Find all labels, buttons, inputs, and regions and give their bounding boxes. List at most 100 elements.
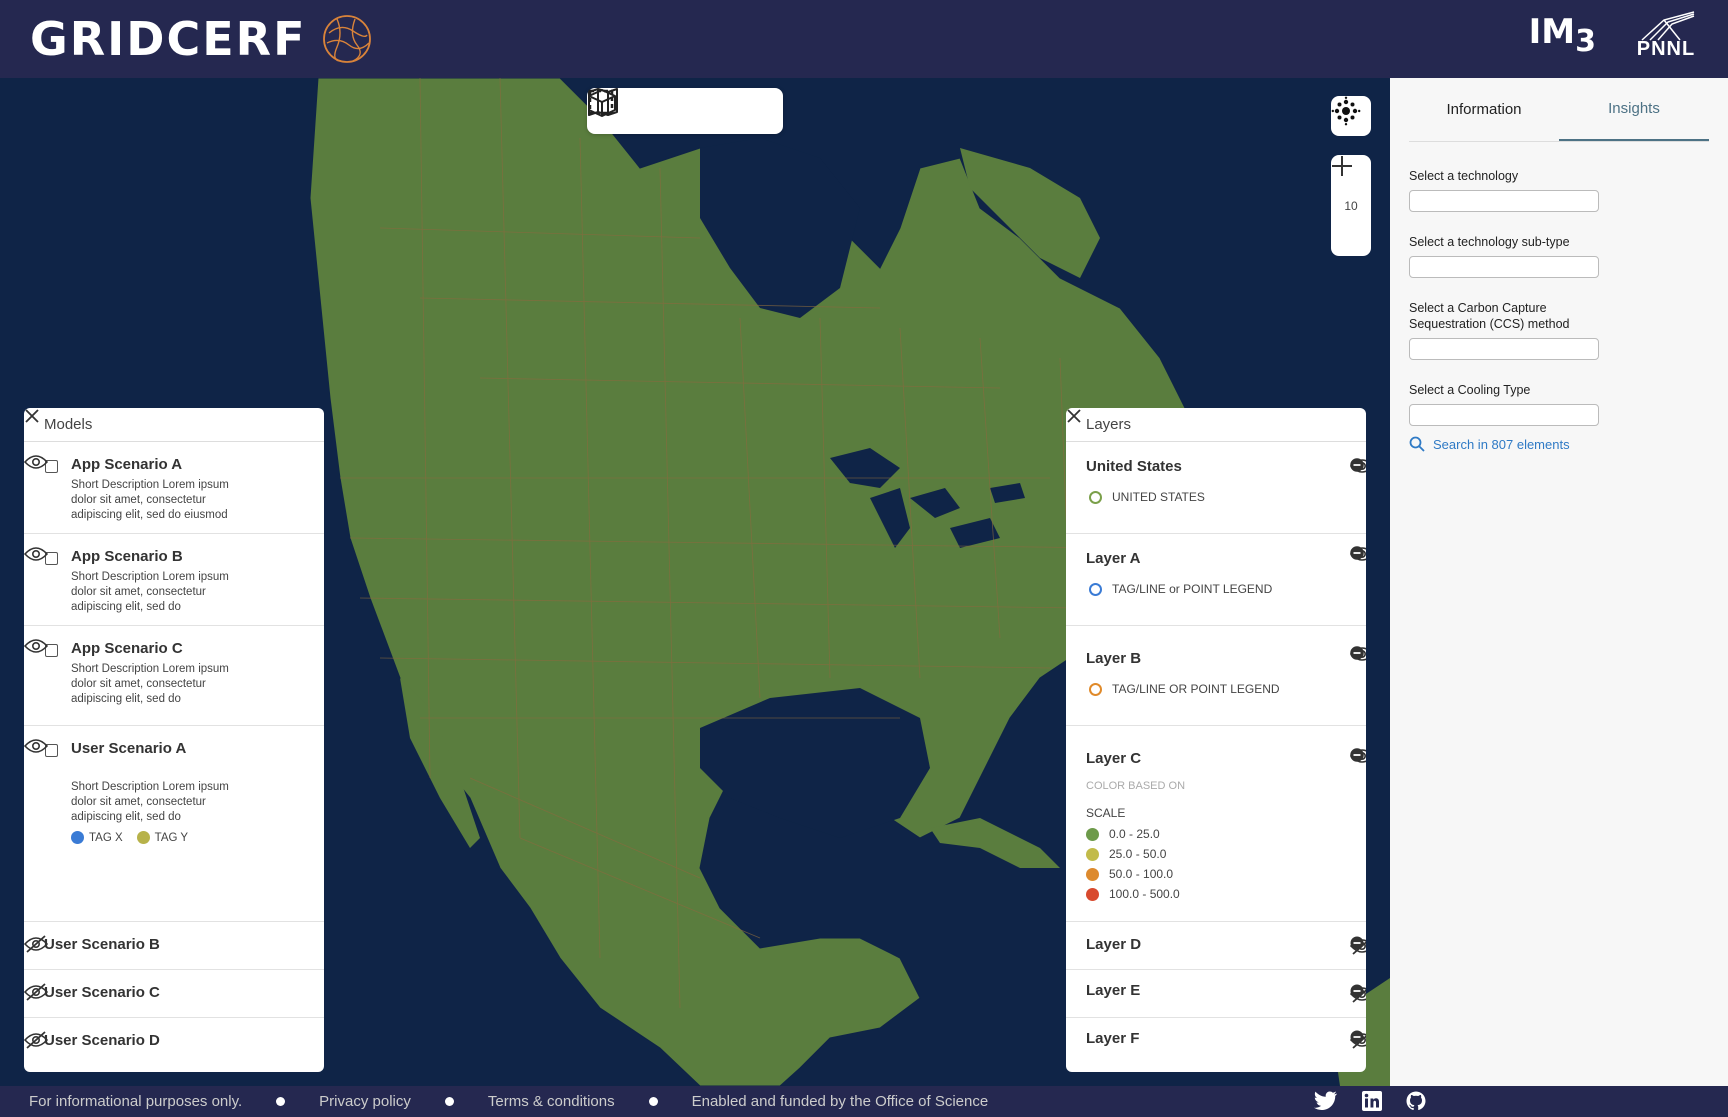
eye-icon[interactable] [24,638,48,654]
model-description: Short Description Lorem ipsum dolor sit … [71,663,229,705]
layers-panel-title: Layers [1086,416,1132,433]
technology-label: Select a technology [1409,169,1519,183]
eye-icon[interactable] [24,546,48,562]
eye-off-icon[interactable] [24,1030,48,1050]
color-based-on-label: COLOR BASED ON [1086,780,1186,792]
eye-off-icon[interactable] [24,982,48,1002]
scale-entry: 0.0 - 25.0 [1086,824,1185,844]
social-links [1314,1091,1426,1111]
legend-ring [1089,682,1102,696]
remove-icon[interactable] [1350,984,1364,998]
scale-entry: 50.0 - 100.0 [1086,864,1185,884]
gridcerf-logo-icon [322,15,371,63]
layer-title: Layer F [1086,1030,1140,1047]
scale-entry: 100.0 - 500.0 [1086,884,1185,904]
layer-legend: TAG/LINE OR POINT LEGEND [1089,682,1280,696]
model-title: User Scenario C [44,984,160,1001]
model-description: Short Description Lorem ipsum dolor sit … [71,781,229,823]
model-description: Short Description Lorem ipsum dolor sit … [71,571,229,613]
app-footer: For informational purposes only. Privacy… [0,1086,1728,1117]
model-tags: TAG X TAG Y [71,831,188,844]
map-canvas[interactable]: 10 Models App Scenario A Short Descripti… [0,78,1390,1086]
tab-insights[interactable]: Insights [1559,78,1709,141]
remove-icon[interactable] [1350,458,1364,472]
zoom-control: 10 [1331,155,1371,256]
layer-item-united-states[interactable]: United States UNITED STATES [1066,442,1366,534]
remove-icon[interactable] [1350,748,1364,762]
model-item-user-scenario-b[interactable]: User Scenario B [24,922,324,970]
cooling-type-label: Select a Cooling Type [1409,383,1531,397]
select-area-button[interactable] [588,89,764,129]
layer-item-layer-d[interactable]: Layer D [1066,922,1366,970]
ccs-method-label: Select a Carbon Capture Sequestration (C… [1409,301,1570,331]
technology-subtype-field-group: Select a technology sub-type [1409,234,1709,278]
layer-title: Layer E [1086,982,1141,999]
brand[interactable]: GRIDCERF [30,12,373,66]
linkedin-icon[interactable] [1362,1091,1382,1111]
tab-information[interactable]: Information [1409,78,1559,141]
privacy-policy-link[interactable]: Privacy policy [319,1093,411,1110]
model-title: User Scenario D [44,1032,160,1049]
im3-logo[interactable]: IM3 [1529,12,1596,59]
basemap-button[interactable] [1331,96,1371,136]
technology-subtype-label: Select a technology sub-type [1409,235,1570,249]
close-models-button[interactable] [25,409,312,435]
layer-item-layer-f[interactable]: Layer F [1066,1018,1366,1066]
remove-icon[interactable] [1350,646,1364,660]
app-header: GRIDCERF IM3 PNNL [0,0,1728,78]
sidebar-tabs: Information Insights [1409,78,1709,142]
search-icon [1409,436,1425,452]
close-icon [25,409,39,423]
technology-select[interactable] [1409,190,1599,212]
pnnl-logo[interactable]: PNNL [1634,10,1698,61]
ccs-method-select[interactable] [1409,338,1599,360]
eye-icon[interactable] [24,738,48,754]
model-title: App Scenario B [71,548,183,565]
close-icon [1067,409,1081,423]
tag-dot [136,831,150,844]
search-elements-link[interactable]: Search in 807 elements [1409,436,1709,452]
layer-item-layer-a[interactable]: Layer A TAG/LINE or POINT LEGEND [1066,534,1366,626]
tag-y: TAG Y [136,831,188,844]
remove-icon[interactable] [1350,546,1364,560]
close-layers-button[interactable] [1067,409,1354,435]
legend-ring [1089,490,1102,504]
scale-label: SCALE [1086,806,1126,820]
github-icon[interactable] [1406,1091,1426,1111]
models-panel-title: Models [44,416,93,433]
footer-disclaimer: For informational purposes only. [29,1093,243,1110]
layers-panel: Layers United States UNITED STATES Layer… [1066,408,1366,1072]
minus-icon [1332,165,1352,167]
tag-x: TAG X [71,831,123,844]
3d-view-button[interactable] [588,89,705,129]
layer-legend: UNITED STATES [1089,490,1205,504]
technology-subtype-select[interactable] [1409,256,1599,278]
model-item-user-scenario-a[interactable]: User Scenario A Short Description Lorem … [24,726,324,922]
layer-item-layer-b[interactable]: Layer B TAG/LINE OR POINT LEGEND [1066,626,1366,726]
footer-separator [276,1097,286,1106]
layer-item-layer-e[interactable]: Layer E [1066,970,1366,1018]
selection-icon [588,89,614,115]
models-panel-header: Models [24,408,324,442]
layer-title: Layer A [1086,550,1141,567]
brand-name: GRIDCERF [30,12,307,66]
cooling-type-select[interactable] [1409,404,1599,426]
model-title: User Scenario B [44,936,160,953]
terms-link[interactable]: Terms & conditions [488,1093,615,1110]
model-item-user-scenario-c[interactable]: User Scenario C [24,970,324,1018]
footer-separator [444,1097,454,1106]
footer-separator [648,1097,658,1106]
layer-item-layer-c[interactable]: Layer C COLOR BASED ON SCALE 0.0 - 25.0 … [1066,726,1366,922]
eye-icon[interactable] [24,454,48,470]
remove-icon[interactable] [1350,1030,1364,1044]
zoom-out-button[interactable] [1331,165,1371,256]
model-item-app-scenario-a[interactable]: App Scenario A Short Description Lorem i… [24,442,324,534]
technology-field-group: Select a technology [1409,168,1709,212]
funding-note: Enabled and funded by the Office of Scie… [691,1093,989,1110]
eye-off-icon[interactable] [24,934,48,954]
remove-icon[interactable] [1350,936,1364,950]
model-item-app-scenario-c[interactable]: App Scenario C Short Description Lorem i… [24,626,324,726]
model-item-user-scenario-d[interactable]: User Scenario D [24,1018,324,1066]
twitter-icon[interactable] [1314,1091,1338,1111]
model-item-app-scenario-b[interactable]: App Scenario B Short Description Lorem i… [24,534,324,626]
